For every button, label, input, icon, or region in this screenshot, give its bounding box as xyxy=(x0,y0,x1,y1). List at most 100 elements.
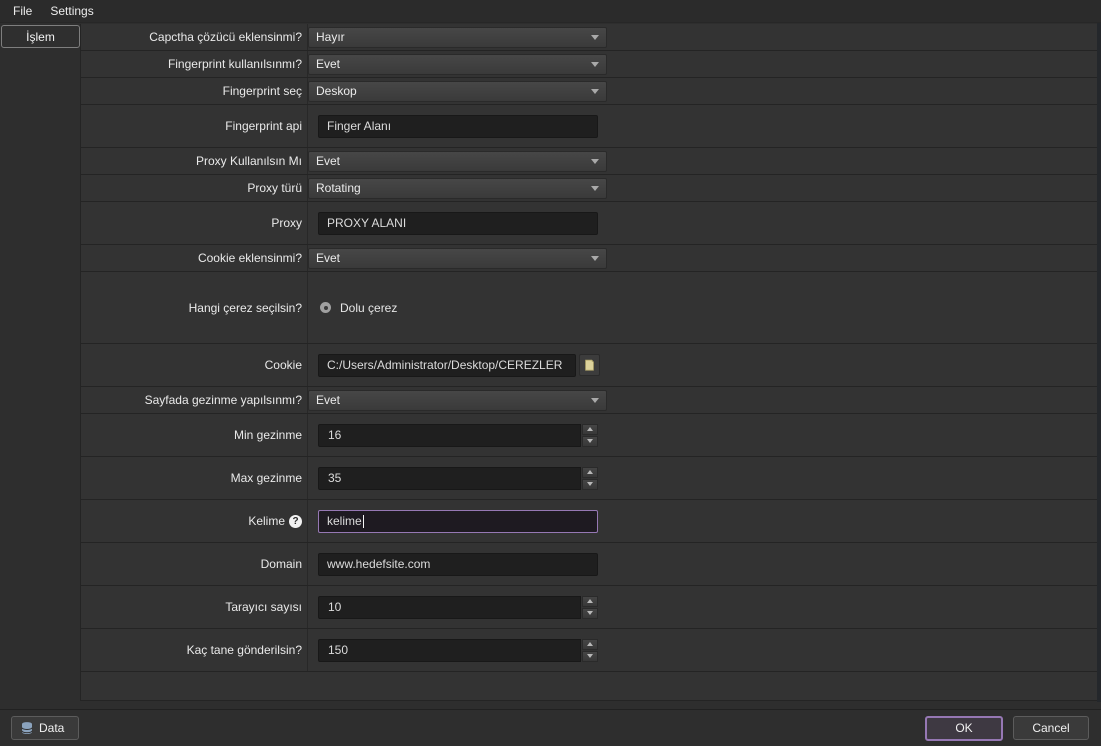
form-row: Fingerprint seçDeskop xyxy=(81,78,1101,105)
keyword-input-label: Kelime xyxy=(248,514,285,528)
tab-islem[interactable]: İşlem xyxy=(1,25,80,48)
ok-button[interactable]: OK xyxy=(925,716,1003,741)
spin-buttons xyxy=(582,639,598,662)
send-count-spinner-label: Kaç tane gönderilsin? xyxy=(187,643,302,657)
form-row-label-cell: Min gezinme xyxy=(81,414,308,456)
spin-up-button[interactable] xyxy=(582,424,598,435)
form-row-field-cell: 16 xyxy=(308,414,1101,456)
proxy-type-select-value: Rotating xyxy=(316,181,361,195)
form-row: Proxy Kullanılsın Mı Evet xyxy=(81,148,1101,175)
form-row: Domainwww.hedefsite.com xyxy=(81,543,1101,586)
spin-down-button[interactable] xyxy=(582,479,598,490)
spin-up-button[interactable] xyxy=(582,596,598,607)
form-row-label-cell: Tarayıcı sayısı xyxy=(81,586,308,628)
form-row-field-cell: www.hedefsite.com xyxy=(308,543,1101,585)
fingerprint-api-input[interactable]: Finger Alanı xyxy=(318,115,598,138)
form-row-field-cell: Evet xyxy=(308,148,1101,174)
page-navigation-select[interactable]: Evet xyxy=(308,390,607,411)
min-navigation-spinner[interactable]: 16 xyxy=(318,424,598,447)
fingerprint-enabled-select[interactable]: Evet xyxy=(308,54,607,75)
spin-down-button[interactable] xyxy=(582,436,598,447)
proxy-input[interactable]: PROXY ALANI xyxy=(318,212,598,235)
cookie-enabled-select[interactable]: Evet xyxy=(308,248,607,269)
window-right-edge xyxy=(1097,23,1101,702)
menu-file[interactable]: File xyxy=(4,1,41,21)
form-row-field-cell: Evet xyxy=(308,387,1101,413)
browser-count-spinner[interactable]: 10 xyxy=(318,596,598,619)
footer-bar: Data OK Cancel xyxy=(0,709,1101,746)
form-row: Hangi çerez seçilsin?Dolu çerez xyxy=(81,272,1101,344)
send-count-spinner[interactable]: 150 xyxy=(318,639,598,662)
spin-buttons xyxy=(582,467,598,490)
keyword-input[interactable]: kelime xyxy=(318,510,598,533)
proxy-type-select[interactable]: Rotating xyxy=(308,178,607,199)
form-row-label-cell: Kelime? xyxy=(81,500,308,542)
form-row: Sayfada gezinme yapılsınmı? Evet xyxy=(81,387,1101,414)
cookie-path-input[interactable]: C:/Users/Administrator/Desktop/CEREZLER xyxy=(318,354,576,377)
fingerprint-enabled-select-value: Evet xyxy=(316,57,340,71)
chevron-down-icon xyxy=(591,159,599,164)
chevron-down-icon xyxy=(591,62,599,67)
form-row-field-cell: Evet xyxy=(308,51,1101,77)
data-button-label: Data xyxy=(39,721,64,735)
cookie-enabled-select-value: Evet xyxy=(316,251,340,265)
form-row: Max gezinme 35 xyxy=(81,457,1101,500)
form-row-field-cell: Dolu çerez xyxy=(308,272,1101,343)
captcha-solver-select[interactable]: Hayır xyxy=(308,27,607,48)
fingerprint-type-select[interactable]: Deskop xyxy=(308,81,607,102)
form-row: Proxy türü Rotating xyxy=(81,175,1101,202)
max-navigation-spinner-value: 35 xyxy=(318,467,581,490)
chevron-down-icon xyxy=(587,482,593,486)
fingerprint-api-input-value: Finger Alanı xyxy=(327,119,391,133)
form-row-field-cell: Evet xyxy=(308,245,1101,271)
cookie-type-radio[interactable] xyxy=(320,302,331,313)
form-row-field-cell: 35 xyxy=(308,457,1101,499)
help-icon: ? xyxy=(289,515,302,528)
cookie-type-radio-option[interactable]: Dolu çerez xyxy=(320,301,397,315)
chevron-down-icon xyxy=(591,89,599,94)
form-row-field-cell: 150 xyxy=(308,629,1101,671)
app-window: File Settings İşlem Capctha çözücü eklen… xyxy=(0,0,1101,746)
proxy-input-value: PROXY ALANI xyxy=(327,216,406,230)
cancel-button[interactable]: Cancel xyxy=(1013,716,1089,740)
form-row-label-cell: Proxy türü xyxy=(81,175,308,201)
browser-count-spinner-label: Tarayıcı sayısı xyxy=(225,600,302,614)
form-row-label-cell: Cookie eklensinmi? xyxy=(81,245,308,271)
spin-down-button[interactable] xyxy=(582,651,598,662)
chevron-up-icon xyxy=(587,470,593,474)
max-navigation-spinner-label: Max gezinme xyxy=(231,471,302,485)
spin-down-button[interactable] xyxy=(582,608,598,619)
form-row-field-cell: Finger Alanı xyxy=(308,105,1101,147)
fingerprint-type-select-value: Deskop xyxy=(316,84,357,98)
settings-form: Capctha çözücü eklensinmi?HayırFingerpri… xyxy=(80,24,1101,701)
page-navigation-select-label: Sayfada gezinme yapılsınmı? xyxy=(145,393,302,407)
proxy-enabled-select-value: Evet xyxy=(316,154,340,168)
send-count-spinner-value: 150 xyxy=(318,639,581,662)
max-navigation-spinner[interactable]: 35 xyxy=(318,467,598,490)
form-row-label-cell: Cookie xyxy=(81,344,308,386)
spin-up-button[interactable] xyxy=(582,467,598,478)
captcha-solver-select-label: Capctha çözücü eklensinmi? xyxy=(149,30,302,44)
domain-input[interactable]: www.hedefsite.com xyxy=(318,553,598,576)
database-icon xyxy=(20,721,34,735)
form-row: Kelime? kelime xyxy=(81,500,1101,543)
spin-up-button[interactable] xyxy=(582,639,598,650)
form-row: Fingerprint kullanılsınmı? Evet xyxy=(81,51,1101,78)
data-button[interactable]: Data xyxy=(11,716,79,740)
browse-folder-button[interactable] xyxy=(579,354,600,376)
form-row-field-cell: 10 xyxy=(308,586,1101,628)
tab-label: İşlem xyxy=(26,30,55,44)
form-row: Kaç tane gönderilsin? 150 xyxy=(81,629,1101,672)
proxy-enabled-select[interactable]: Evet xyxy=(308,151,607,172)
form-row-label-cell: Sayfada gezinme yapılsınmı? xyxy=(81,387,308,413)
menu-settings[interactable]: Settings xyxy=(41,1,102,21)
proxy-enabled-select-label: Proxy Kullanılsın Mı xyxy=(196,154,302,168)
chevron-down-icon xyxy=(587,654,593,658)
cookie-path-input-label: Cookie xyxy=(265,358,302,372)
form-row-label-cell: Fingerprint kullanılsınmı? xyxy=(81,51,308,77)
form-row: Min gezinme 16 xyxy=(81,414,1101,457)
form-row: Tarayıcı sayısı 10 xyxy=(81,586,1101,629)
text-caret xyxy=(363,515,364,528)
form-row-label-cell: Max gezinme xyxy=(81,457,308,499)
cookie-path-input-value: C:/Users/Administrator/Desktop/CEREZLER xyxy=(327,358,562,372)
